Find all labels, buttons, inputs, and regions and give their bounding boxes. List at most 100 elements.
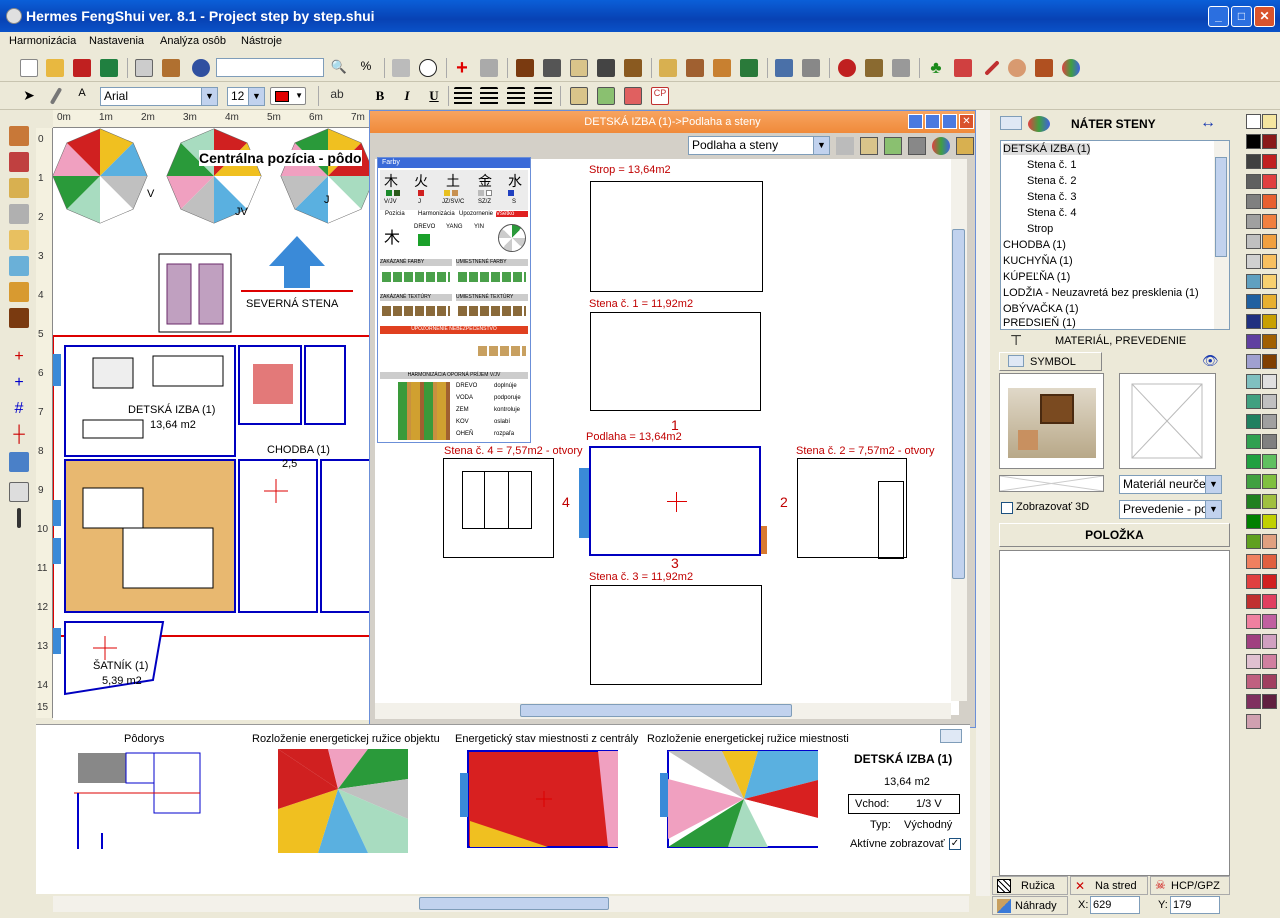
palette-swatch[interactable]: [1246, 614, 1261, 629]
eye-icon[interactable]: 👁: [1202, 353, 1219, 369]
main-horizontal-scrollbar[interactable]: [53, 896, 969, 912]
search-icon[interactable]: 🔍: [330, 59, 348, 77]
mini-floorplan[interactable]: [74, 749, 204, 859]
grid-tool-icon[interactable]: #: [9, 400, 29, 420]
palette-swatch[interactable]: [1246, 574, 1261, 589]
paste-icon[interactable]: [162, 59, 180, 77]
palette-swatch[interactable]: [1262, 154, 1277, 169]
preview-icon[interactable]: [419, 59, 437, 77]
palette-swatch[interactable]: [1262, 414, 1277, 429]
palette-swatch[interactable]: [1262, 534, 1277, 549]
mini-room-state[interactable]: [458, 749, 618, 849]
stairs-tool-icon[interactable]: [9, 282, 29, 302]
item-list[interactable]: [999, 550, 1230, 876]
palette-swatch[interactable]: [1262, 214, 1277, 229]
palette-swatch[interactable]: [1246, 214, 1261, 229]
material-preview[interactable]: [1119, 373, 1216, 469]
bottom-info-icon[interactable]: [940, 729, 962, 743]
palette-swatch[interactable]: [1246, 134, 1261, 149]
underline-button[interactable]: U: [425, 87, 443, 105]
grid-icon[interactable]: [775, 59, 793, 77]
palette-swatch[interactable]: [1262, 294, 1277, 309]
door-icon[interactable]: [516, 59, 534, 77]
bullets-icon[interactable]: [534, 87, 552, 105]
main-vertical-scrollbar[interactable]: [976, 110, 990, 896]
palette-swatch[interactable]: [1246, 594, 1261, 609]
tree-item[interactable]: Stena č. 4: [1027, 207, 1077, 219]
palette-swatch[interactable]: [1262, 374, 1277, 389]
palette-swatch[interactable]: [1246, 114, 1261, 129]
find-icon[interactable]: [192, 59, 210, 77]
wall-tool-icon[interactable]: [9, 204, 29, 224]
active-display-checkbox[interactable]: ✓: [949, 838, 961, 850]
palette-swatch[interactable]: [1262, 594, 1277, 609]
palette-swatch[interactable]: [1262, 654, 1277, 669]
menu-harmonizacia[interactable]: Harmonizácia: [9, 35, 76, 47]
tree-item[interactable]: LODŽIA - Neuzavretá bez presklenia (1): [1003, 287, 1199, 299]
area-icon[interactable]: [9, 452, 29, 472]
pdf-icon[interactable]: [954, 59, 972, 77]
menu-nastroje[interactable]: Nástroje: [241, 35, 282, 47]
palette-swatch[interactable]: [1262, 114, 1277, 129]
dropper-icon[interactable]: [17, 508, 21, 528]
menu-analyza-osob[interactable]: Analýza osôb: [160, 35, 226, 47]
sub-close-button[interactable]: ✕: [959, 114, 974, 129]
symbol-preview[interactable]: [999, 373, 1104, 469]
tree-item[interactable]: OBÝVAČKA (1): [1003, 303, 1079, 315]
palette-swatch[interactable]: [1262, 474, 1277, 489]
save-as-icon[interactable]: [100, 59, 118, 77]
layer3-icon[interactable]: [624, 87, 642, 105]
sub-layer3-icon[interactable]: [908, 137, 926, 155]
palette-swatch[interactable]: [1246, 654, 1261, 669]
window-tool-icon[interactable]: [9, 256, 29, 276]
palette-icon[interactable]: [1062, 59, 1080, 77]
palette-swatch[interactable]: [1246, 374, 1261, 389]
palette-swatch[interactable]: [1262, 454, 1277, 469]
y-coord-field[interactable]: 179: [1170, 896, 1220, 914]
palette-swatch[interactable]: [1262, 174, 1277, 189]
palette-swatch[interactable]: [1262, 134, 1277, 149]
material-select[interactable]: Materiál neurčen ▼: [1119, 475, 1222, 494]
palette-swatch[interactable]: [1246, 454, 1261, 469]
abc-color-icon[interactable]: ab: [328, 87, 346, 105]
bagua-icon[interactable]: [838, 59, 856, 77]
palette-swatch[interactable]: [1262, 194, 1277, 209]
tree-item[interactable]: Stena č. 1: [1027, 159, 1077, 171]
paint-palette-icon[interactable]: [1028, 116, 1050, 132]
palette-swatch[interactable]: [1262, 694, 1277, 709]
palette-swatch[interactable]: [1246, 714, 1261, 729]
palette-swatch[interactable]: [1262, 514, 1277, 529]
show-3d-checkbox[interactable]: [1001, 502, 1013, 514]
sub-layer2-icon[interactable]: [884, 137, 902, 155]
pencil-icon[interactable]: [49, 87, 63, 105]
scales-icon[interactable]: [865, 59, 883, 77]
hand-icon[interactable]: [9, 482, 29, 502]
swap-arrows-icon[interactable]: ↔: [1200, 114, 1216, 132]
font-select[interactable]: Arial ▼: [100, 87, 218, 106]
palette-swatch[interactable]: [1262, 314, 1277, 329]
lamp-icon[interactable]: [624, 59, 642, 77]
tree-item[interactable]: Stena č. 3: [1027, 191, 1077, 203]
tree-item[interactable]: Strop: [1027, 223, 1053, 235]
wall2-panel[interactable]: [797, 458, 907, 559]
copy-icon[interactable]: [135, 59, 153, 77]
palette-swatch[interactable]: [1246, 334, 1261, 349]
mini-room-rose[interactable]: [658, 749, 818, 849]
floor-panel[interactable]: [579, 446, 767, 556]
coins-icon[interactable]: [713, 59, 731, 77]
palette-swatch[interactable]: [1262, 434, 1277, 449]
wall4-panel[interactable]: [443, 458, 554, 558]
palette-swatch[interactable]: [1262, 494, 1277, 509]
palette-swatch[interactable]: [1262, 614, 1277, 629]
palette-swatch[interactable]: [1246, 274, 1261, 289]
center-button[interactable]: ✕ Na stred: [1070, 876, 1148, 895]
landscape-icon[interactable]: [740, 59, 758, 77]
sub-minimize-button[interactable]: [908, 114, 923, 129]
wall3-panel[interactable]: [590, 585, 762, 685]
sub-print-icon[interactable]: [836, 137, 854, 155]
minimize-button[interactable]: _: [1208, 6, 1229, 27]
close-button[interactable]: ✕: [1254, 6, 1275, 27]
palette-swatch[interactable]: [1262, 394, 1277, 409]
palette-swatch[interactable]: [1246, 694, 1261, 709]
room-tool-icon[interactable]: [9, 230, 29, 250]
